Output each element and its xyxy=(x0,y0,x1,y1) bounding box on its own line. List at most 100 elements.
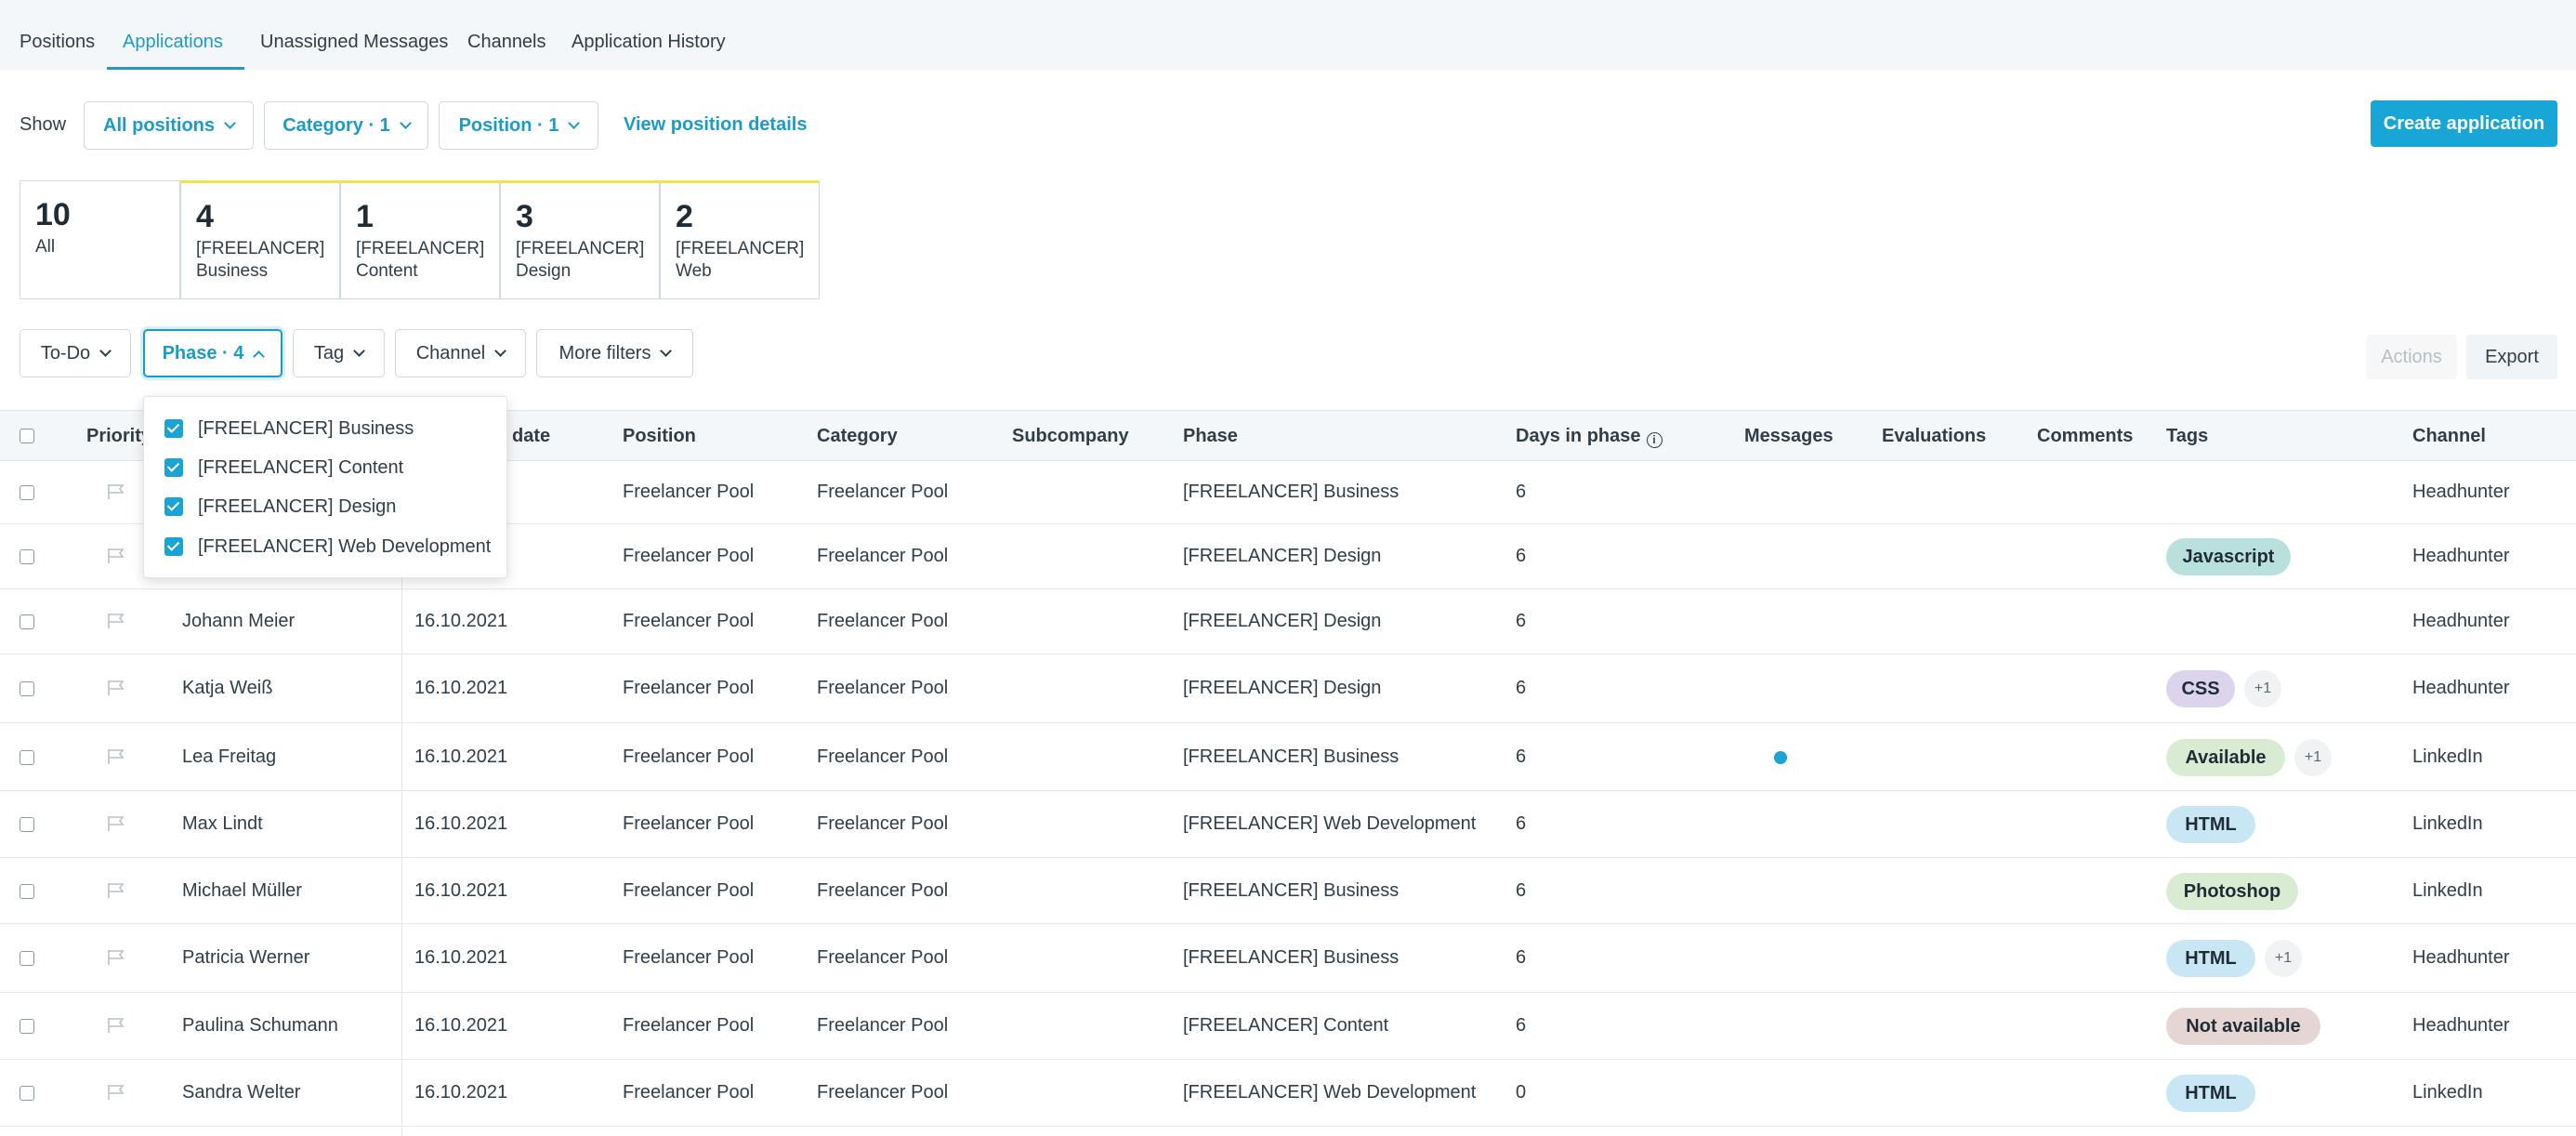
phase-option-web-development[interactable]: [FREELANCER] Web Development xyxy=(164,535,491,558)
category-cell: Freelancer Pool xyxy=(817,947,949,968)
applicant-name[interactable]: Michael Müller xyxy=(182,880,302,902)
more-tags-badge[interactable]: +1 xyxy=(2244,670,2281,707)
channel-cell: LinkedIn xyxy=(2412,1082,2483,1103)
channel-filter[interactable]: Channel xyxy=(395,329,526,377)
category-cell: Freelancer Pool xyxy=(817,611,949,631)
col-days-in-phase[interactable]: Days in phase i xyxy=(1516,426,1663,448)
phase-option-label: [FREELANCER] Design xyxy=(198,495,397,517)
tab-application-history[interactable]: Application History xyxy=(572,32,726,53)
table-row[interactable]: Max Lindt 16.10.2021 Freelancer Pool Freela… xyxy=(0,791,2576,858)
table-row[interactable]: Lea Freitag 16.10.2021 Freelancer Pool Free… xyxy=(0,723,2576,791)
view-position-details-link[interactable]: View position details xyxy=(624,114,807,136)
col-messages[interactable]: Messages xyxy=(1744,426,1833,447)
applicant-name[interactable]: Katja Weiß xyxy=(182,678,272,699)
tab-applications[interactable]: Applications xyxy=(123,32,223,53)
applicant-name[interactable]: Johann Meier xyxy=(182,611,295,632)
all-positions-dropdown[interactable]: All positions xyxy=(84,101,254,150)
col-tags[interactable]: Tags xyxy=(2166,426,2208,447)
applicant-name[interactable]: Lea Freitag xyxy=(182,746,276,768)
row-checkbox[interactable] xyxy=(20,817,34,832)
tag-badge[interactable]: HTML xyxy=(2166,940,2255,977)
col-channel[interactable]: Channel xyxy=(2412,426,2486,447)
summary-card-business[interactable]: 4 [FREELANCER] Business xyxy=(180,180,340,299)
summary-card-all[interactable]: 10 All xyxy=(20,180,180,299)
flag-icon[interactable] xyxy=(107,748,125,765)
col-comments[interactable]: Comments xyxy=(2037,426,2133,447)
info-icon[interactable]: i xyxy=(1646,431,1663,448)
create-application-button[interactable]: Create application xyxy=(2371,100,2557,147)
tag-badge[interactable]: HTML xyxy=(2166,806,2255,843)
phase-option-content[interactable]: [FREELANCER] Content xyxy=(164,456,403,479)
applicant-name[interactable]: Sandra Welter xyxy=(182,1082,300,1103)
tag-badge[interactable]: Not available xyxy=(2166,1008,2320,1045)
unread-message-indicator[interactable] xyxy=(1774,751,1787,764)
checkbox-checked-icon[interactable] xyxy=(164,419,183,438)
flag-icon[interactable] xyxy=(107,1084,125,1101)
flag-icon[interactable] xyxy=(107,613,125,629)
more-tags-badge[interactable]: +1 xyxy=(2294,739,2332,776)
col-priority[interactable]: Priority xyxy=(86,426,151,447)
flag-icon[interactable] xyxy=(107,882,125,899)
flag-icon[interactable] xyxy=(107,815,125,832)
summary-card-web[interactable]: 2 [FREELANCER] Web xyxy=(660,180,820,299)
col-position[interactable]: Position xyxy=(623,426,696,447)
applicant-name[interactable]: Patricia Werner xyxy=(182,947,309,969)
checkbox-checked-icon[interactable] xyxy=(164,537,183,556)
tab-positions[interactable]: Positions xyxy=(20,32,95,53)
category-dropdown[interactable]: Category · 1 xyxy=(264,101,428,150)
more-tags-badge[interactable]: +1 xyxy=(2265,940,2302,977)
col-category[interactable]: Category xyxy=(817,426,898,447)
todo-filter[interactable]: To-Do xyxy=(20,329,131,377)
row-checkbox[interactable] xyxy=(20,951,34,966)
col-evaluations[interactable]: Evaluations xyxy=(1882,426,1986,447)
checkbox-checked-icon[interactable] xyxy=(164,497,183,516)
applicant-name[interactable]: Max Lindt xyxy=(182,813,263,835)
flag-icon[interactable] xyxy=(107,680,125,696)
col-subcompany[interactable]: Subcompany xyxy=(1012,426,1129,447)
phase-option-business[interactable]: [FREELANCER] Business xyxy=(164,417,414,440)
select-all-checkbox[interactable] xyxy=(20,429,34,443)
flag-icon[interactable] xyxy=(107,548,125,564)
applicant-name[interactable]: Paulina Schumann xyxy=(182,1015,338,1037)
table-row[interactable]: Katja Weiß 16.10.2021 Freelancer Pool Freel… xyxy=(0,654,2576,723)
table-row[interactable]: Paulina Schumann 16.10.2021 Freelancer Poo… xyxy=(0,993,2576,1060)
checkbox-checked-icon[interactable] xyxy=(164,458,183,477)
row-checkbox[interactable] xyxy=(20,614,34,629)
actions-button[interactable]: Actions xyxy=(2366,335,2457,379)
row-checkbox[interactable] xyxy=(20,1086,34,1101)
application-date: 16.10.2021 xyxy=(414,813,508,834)
col-date[interactable]: date xyxy=(512,426,550,447)
table-row[interactable]: Johann Meier 16.10.2021 Freelancer Pool Fre… xyxy=(0,589,2576,654)
tab-unassigned-messages[interactable]: Unassigned Messages xyxy=(260,32,448,53)
summary-card-design[interactable]: 3 [FREELANCER] Design xyxy=(500,180,660,299)
row-checkbox[interactable] xyxy=(20,681,34,696)
row-checkbox[interactable] xyxy=(20,750,34,765)
row-checkbox[interactable] xyxy=(20,1019,34,1034)
flag-icon[interactable] xyxy=(107,1017,125,1034)
table-row[interactable]: Patricia Werner 16.10.2021 Freelancer Pool… xyxy=(0,924,2576,993)
tag-badge[interactable]: Available xyxy=(2166,739,2285,776)
chevron-down-icon xyxy=(660,344,673,357)
flag-icon[interactable] xyxy=(107,483,125,500)
more-filters-button[interactable]: More filters xyxy=(536,329,693,377)
tab-channels[interactable]: Channels xyxy=(467,32,546,53)
tag-badge[interactable]: Photoshop xyxy=(2166,873,2298,910)
export-button[interactable]: Export xyxy=(2466,335,2557,379)
position-cell: Freelancer Pool xyxy=(623,1082,755,1103)
row-checkbox[interactable] xyxy=(20,549,34,564)
tag-badge[interactable]: Javascript xyxy=(2166,538,2291,575)
tag-badge[interactable]: CSS xyxy=(2166,670,2235,707)
days-in-phase-cell: 6 xyxy=(1516,813,1527,834)
flag-icon[interactable] xyxy=(107,949,125,966)
position-dropdown[interactable]: Position · 1 xyxy=(439,101,598,150)
table-row[interactable]: Michael Müller 16.10.2021 Freelancer Pool F… xyxy=(0,858,2576,924)
phase-option-design[interactable]: [FREELANCER] Design xyxy=(164,495,396,518)
tag-badge[interactable]: HTML xyxy=(2166,1075,2255,1112)
phase-filter[interactable]: Phase · 4 xyxy=(143,329,283,377)
row-checkbox[interactable] xyxy=(20,485,34,500)
row-checkbox[interactable] xyxy=(20,884,34,899)
tag-filter[interactable]: Tag xyxy=(293,329,385,377)
col-phase[interactable]: Phase xyxy=(1183,426,1238,447)
summary-card-content[interactable]: 1 [FREELANCER] Content xyxy=(340,180,500,299)
table-row[interactable]: Sandra Welter 16.10.2021 Freelancer Pool Fr… xyxy=(0,1060,2576,1127)
